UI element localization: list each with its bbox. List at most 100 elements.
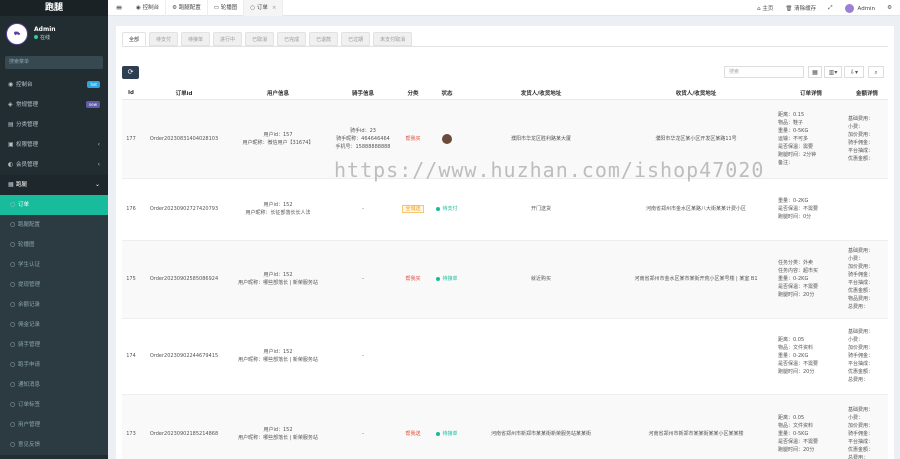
sidebar-item-label: 权限管理: [16, 142, 39, 148]
circle-icon: ○: [10, 361, 16, 368]
sidebar-subitem-0[interactable]: ○ 订单: [0, 195, 108, 215]
circle-icon: ○: [10, 341, 16, 348]
sidebar-subitem-1[interactable]: ○ 跑腿配置: [0, 215, 108, 235]
status-tab-8[interactable]: 未支付取消: [373, 32, 413, 46]
export-icon[interactable]: ⇩▾: [844, 66, 864, 78]
table-row[interactable]: 174 Order20230902244679415 用户id：152 用户昵称：哪些…: [122, 318, 888, 395]
topbar: ≡ ◉ 控制台 ⚙ 跑腿配置 ▭ 轮播图 ○ 订单 × ⌂ 主页 🗑 清除缓存 ⤢ Ad…: [108, 0, 900, 16]
column-header[interactable]: 发货人/收货地址: [466, 88, 616, 100]
cell-id: 176: [122, 178, 140, 241]
sidebar-subitem-7[interactable]: ○ 骑手管理: [0, 335, 108, 355]
status-tab-6[interactable]: 已退款: [309, 32, 339, 46]
table-row[interactable]: 175 Order20230902585086924 用户id：152 用户昵称：哪些…: [122, 240, 888, 319]
category-icon: ▤: [8, 121, 14, 128]
list-view-icon[interactable]: ▦: [808, 66, 822, 78]
status-tab-5[interactable]: 已完成: [277, 32, 307, 46]
sidebar-item-0[interactable]: ◉ 控制台 hot: [0, 75, 108, 95]
cell-line: 距离：0.05: [778, 337, 805, 343]
column-header[interactable]: 金额详情: [846, 88, 888, 100]
page-tab-1[interactable]: ⚙ 跑腿配置: [166, 0, 208, 16]
column-header[interactable]: 订单id: [140, 88, 228, 100]
settings-icon[interactable]: ⚙: [887, 5, 892, 11]
chevron-icon: ‹: [97, 161, 100, 168]
columns-toggle-icon[interactable]: ▥▾: [824, 66, 842, 78]
clear-cache-button[interactable]: 🗑 清除缓存: [785, 4, 816, 12]
column-header[interactable]: 骑手信息: [328, 88, 398, 100]
sidebar-subitem-4[interactable]: ○ 提现管理: [0, 275, 108, 295]
chevron-icon: ‹: [97, 141, 100, 148]
sidebar-item-4[interactable]: ◐ 会员管理 ‹: [0, 155, 108, 175]
status-tab-0[interactable]: 全部: [122, 32, 147, 46]
sidebar-subitem-label: 意见反馈: [18, 442, 41, 448]
sidebar-subitem-9[interactable]: ○ 通知消息: [0, 375, 108, 395]
status-tab-2[interactable]: 待接单: [181, 32, 211, 46]
status-tab-7[interactable]: 已过期: [341, 32, 371, 46]
menu-toggle-icon[interactable]: ≡: [108, 3, 130, 12]
cell-id: 173: [122, 394, 140, 459]
sidebar-subitem-label: 佣金记录: [18, 322, 41, 328]
cell-status: [428, 99, 466, 179]
user-panel: ⛟ Admin 在线: [0, 16, 108, 52]
page-tab-2[interactable]: ▭ 轮播图: [208, 0, 245, 16]
column-header[interactable]: Id: [122, 88, 140, 100]
sidebar-subitem-3[interactable]: ○ 学生认证: [0, 255, 108, 275]
sidebar-subitem-2[interactable]: ○ 轮播图: [0, 235, 108, 255]
circle-icon: ○: [10, 441, 16, 448]
sidebar-subitem-11[interactable]: ○ 用户管理: [0, 415, 108, 435]
fullscreen-icon[interactable]: ⤢: [828, 5, 832, 12]
table-row[interactable]: 176 Order20230902727420793 用户id：152 用户昵称：长征…: [122, 178, 888, 241]
sidebar-subitem-12[interactable]: ○ 意见反馈: [0, 435, 108, 455]
column-header[interactable]: 用户信息: [228, 88, 328, 100]
sidebar-logo[interactable]: 跑腿: [0, 0, 108, 16]
tab-divider: [122, 46, 888, 47]
cell-line: 任务分类：外卖: [778, 260, 814, 266]
status-tab-3[interactable]: 进行中: [213, 32, 243, 46]
cell-rider: -: [328, 178, 398, 241]
cell-line: 重量：0-2KG: [778, 353, 809, 359]
cell-line: 用户id：152: [263, 272, 293, 278]
cell-user: 用户id：157 用户昵称：微信用户【31674】: [228, 99, 328, 179]
column-header[interactable]: 状态: [428, 88, 466, 100]
sidebar-subitem-label: 跑手申请: [18, 362, 41, 368]
page-tab-3[interactable]: ○ 订单 ×: [244, 0, 284, 16]
user-menu[interactable]: Admin: [844, 3, 875, 13]
cell-line: 用户昵称：哪些部落长 | 新荣服务站: [238, 435, 318, 441]
sidebar-subitem-5[interactable]: ○ 余额记录: [0, 295, 108, 315]
table-row[interactable]: 177 Order20230831404028103 用户id：157 用户昵称：微信…: [122, 99, 888, 179]
cell-line: 距离：0.05: [778, 415, 805, 421]
sidebar-subitem-10[interactable]: ○ 订单标签: [0, 395, 108, 415]
cell-user: 用户id：152 用户昵称：哪些部落长 | 新荣服务站: [228, 394, 328, 459]
column-header[interactable]: 订单详情: [776, 88, 846, 100]
search-icon[interactable]: ⌕: [868, 66, 884, 78]
page-tab-label: 跑腿配置: [178, 4, 201, 11]
sidebar-search-input[interactable]: 搜索菜单: [5, 56, 103, 69]
column-header[interactable]: 收货人/收货地址: [616, 88, 776, 100]
sidebar-subitem-8[interactable]: ○ 跑手申请: [0, 355, 108, 375]
sidebar-subitem-6[interactable]: ○ 佣金记录: [0, 315, 108, 335]
refresh-button[interactable]: ⟳: [122, 66, 139, 79]
page-tab-label: 轮播图: [220, 4, 238, 11]
cell-status: 待接单: [428, 394, 466, 459]
cell-line: 骑手佣金：: [848, 353, 874, 359]
cell-line: 小费：: [848, 415, 864, 421]
column-header[interactable]: 分类: [398, 88, 428, 100]
cell-line: 骑手id：23: [350, 127, 376, 134]
table-row[interactable]: 173 Order20230902185214868 用户id：152 用户昵称：哪些…: [122, 394, 888, 459]
home-link[interactable]: ⌂ 主页: [757, 4, 773, 12]
status-tab-4[interactable]: 已取消: [245, 32, 275, 46]
sidebar-item-3[interactable]: ▣ 权限管理 ‹: [0, 135, 108, 155]
cell-line: 物品：鞋子: [778, 119, 804, 126]
cell-line: 跑腿时间：2分钟: [778, 151, 817, 158]
dashboard-icon: ◉: [136, 4, 141, 11]
sidebar-item-1[interactable]: ◈ 常规管理 new: [0, 95, 108, 115]
page-tab-0[interactable]: ◉ 控制台: [130, 0, 167, 16]
cell-line: -: [362, 276, 364, 282]
status-tab-1[interactable]: 待支付: [149, 32, 179, 46]
search-input[interactable]: 搜索: [724, 66, 804, 78]
cell-line: 平台抽成：: [848, 280, 874, 286]
circle-icon: ○: [10, 201, 16, 208]
sidebar-item-2[interactable]: ▤ 分类管理: [0, 115, 108, 135]
circle-icon: ○: [10, 381, 16, 388]
sidebar-item-5[interactable]: ▦ 跑腿 ⌄: [0, 175, 108, 195]
close-icon[interactable]: ×: [272, 5, 277, 11]
